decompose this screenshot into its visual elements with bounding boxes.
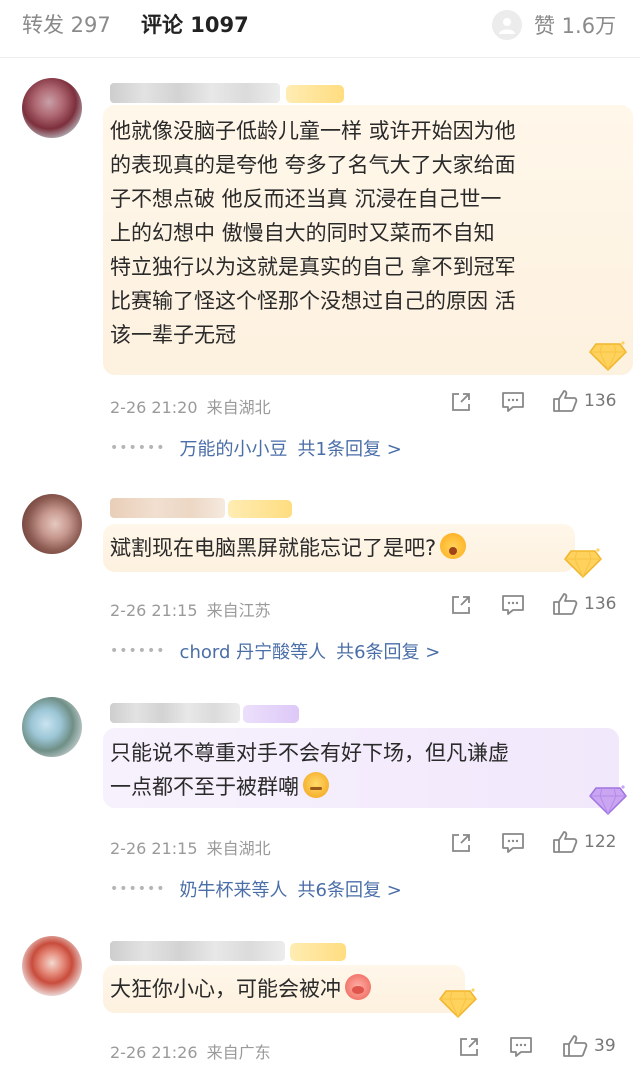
gold-gem-icon — [438, 985, 478, 1019]
reply-button[interactable] — [501, 594, 525, 616]
comment-icon — [510, 1037, 532, 1057]
dots-icon: •••••• — [110, 440, 166, 456]
share-icon — [452, 596, 470, 614]
reply-count[interactable]: 共6条回复 > — [336, 638, 440, 664]
reply-etc: 等人 — [251, 880, 288, 901]
user-badge — [286, 85, 344, 103]
dots-icon: •••••• — [110, 881, 166, 897]
comment-icon — [502, 392, 524, 412]
comment-icon — [502, 833, 524, 853]
like-button[interactable]: 136 — [552, 592, 616, 616]
like-count: 39 — [594, 1036, 616, 1056]
share-button[interactable] — [450, 391, 472, 413]
comment-time: 2-26 21:26 — [110, 1043, 198, 1062]
comment-location: 来自湖北 — [206, 398, 271, 417]
commenter-avatar[interactable] — [22, 494, 82, 554]
commenter-name-blurred[interactable] — [110, 83, 280, 103]
tab-comment[interactable]: 评论 1097 — [141, 11, 249, 39]
thumbs-up-icon — [553, 831, 578, 853]
reply-count[interactable]: 共6条回复 > — [298, 876, 402, 902]
gold-gem-icon — [563, 545, 603, 579]
like-count: 136 — [584, 391, 617, 411]
like-button[interactable]: 136 — [552, 389, 616, 413]
like-button[interactable]: 39 — [562, 1034, 616, 1058]
like-button[interactable]: 122 — [552, 830, 616, 854]
comment-text: 只能说不尊重对手不会有好下场，但凡谦虚 一点都不至于被群嘲 — [110, 741, 509, 799]
comment-tabs: 转发 297 评论 1097 赞 1.6万 — [0, 0, 640, 58]
commenter-avatar[interactable] — [22, 936, 82, 996]
comment-meta: 2-26 21:15 来自江苏 — [110, 597, 271, 621]
reply-etc: 等人 — [290, 642, 327, 663]
reply-summary[interactable]: •••••• chord 丹宁酸 等人 共6条回复 > — [110, 638, 440, 664]
purple-gem-icon — [588, 782, 628, 816]
comment-location: 来自湖北 — [206, 839, 271, 858]
user-badge — [228, 500, 292, 518]
comment-location: 来自江苏 — [206, 601, 271, 620]
reply-button[interactable] — [501, 832, 525, 854]
comment-text: 大狂你小心，可能会被冲 — [110, 972, 371, 1006]
reply-count[interactable]: 共1条回复 > — [298, 435, 402, 461]
share-icon — [452, 393, 470, 411]
user-badge — [290, 943, 346, 961]
reply-user[interactable]: 奶牛杯来 — [180, 876, 252, 902]
gold-gem-icon — [588, 338, 628, 372]
commenter-avatar[interactable] — [22, 78, 82, 138]
thumbs-up-icon — [563, 1035, 588, 1057]
like-count: 136 — [584, 594, 617, 614]
tab-repost[interactable]: 转发 297 — [22, 11, 111, 39]
reply-user[interactable]: chord 丹宁酸 — [180, 638, 291, 664]
thumbs-up-icon — [553, 593, 578, 615]
comment-text: 他就像没脑子低龄儿童一样 或许开始因为他 的表现真的是夸他 夸多了名气大了大家给… — [110, 119, 516, 347]
thumbs-up-icon — [553, 390, 578, 412]
comment-meta: 2-26 21:26 来自广东 — [110, 1039, 271, 1063]
share-button[interactable] — [450, 832, 472, 854]
comment-time: 2-26 21:15 — [110, 601, 198, 620]
tab-like-label: 赞 1.6万 — [534, 14, 617, 38]
commenter-name-blurred[interactable] — [110, 703, 240, 723]
comment-time: 2-26 21:15 — [110, 839, 198, 858]
share-button[interactable] — [458, 1036, 480, 1058]
reply-summary[interactable]: •••••• 奶牛杯来 等人 共6条回复 > — [110, 876, 402, 902]
user-avatar-icon — [492, 10, 522, 40]
reply-button[interactable] — [501, 391, 525, 413]
tab-like[interactable]: 赞 1.6万 — [492, 9, 616, 41]
share-icon — [452, 834, 470, 852]
reply-button[interactable] — [509, 1036, 533, 1058]
reply-user[interactable]: 万能的小小豆 — [180, 435, 288, 461]
commenter-name-blurred[interactable] — [110, 941, 285, 961]
comment-meta: 2-26 21:15 来自湖北 — [110, 835, 271, 859]
dots-icon: •••••• — [110, 643, 166, 659]
comment-time: 2-26 21:20 — [110, 398, 198, 417]
reply-summary[interactable]: •••••• 万能的小小豆 共1条回复 > — [110, 435, 402, 461]
comment-icon — [502, 595, 524, 615]
thinking-emoji-icon — [303, 772, 329, 798]
shocked-emoji-icon — [440, 533, 467, 559]
commenter-name-blurred[interactable] — [110, 498, 225, 518]
commenter-avatar[interactable] — [22, 697, 82, 757]
pig-emoji-icon — [345, 974, 371, 1000]
like-count: 122 — [584, 832, 617, 852]
share-icon — [460, 1038, 478, 1056]
share-button[interactable] — [450, 594, 472, 616]
comment-location: 来自广东 — [206, 1043, 271, 1062]
user-badge — [243, 705, 299, 723]
comment-text: 斌割现在电脑黑屏就能忘记了是吧? — [110, 531, 467, 565]
comment-meta: 2-26 21:20 来自湖北 — [110, 394, 271, 418]
